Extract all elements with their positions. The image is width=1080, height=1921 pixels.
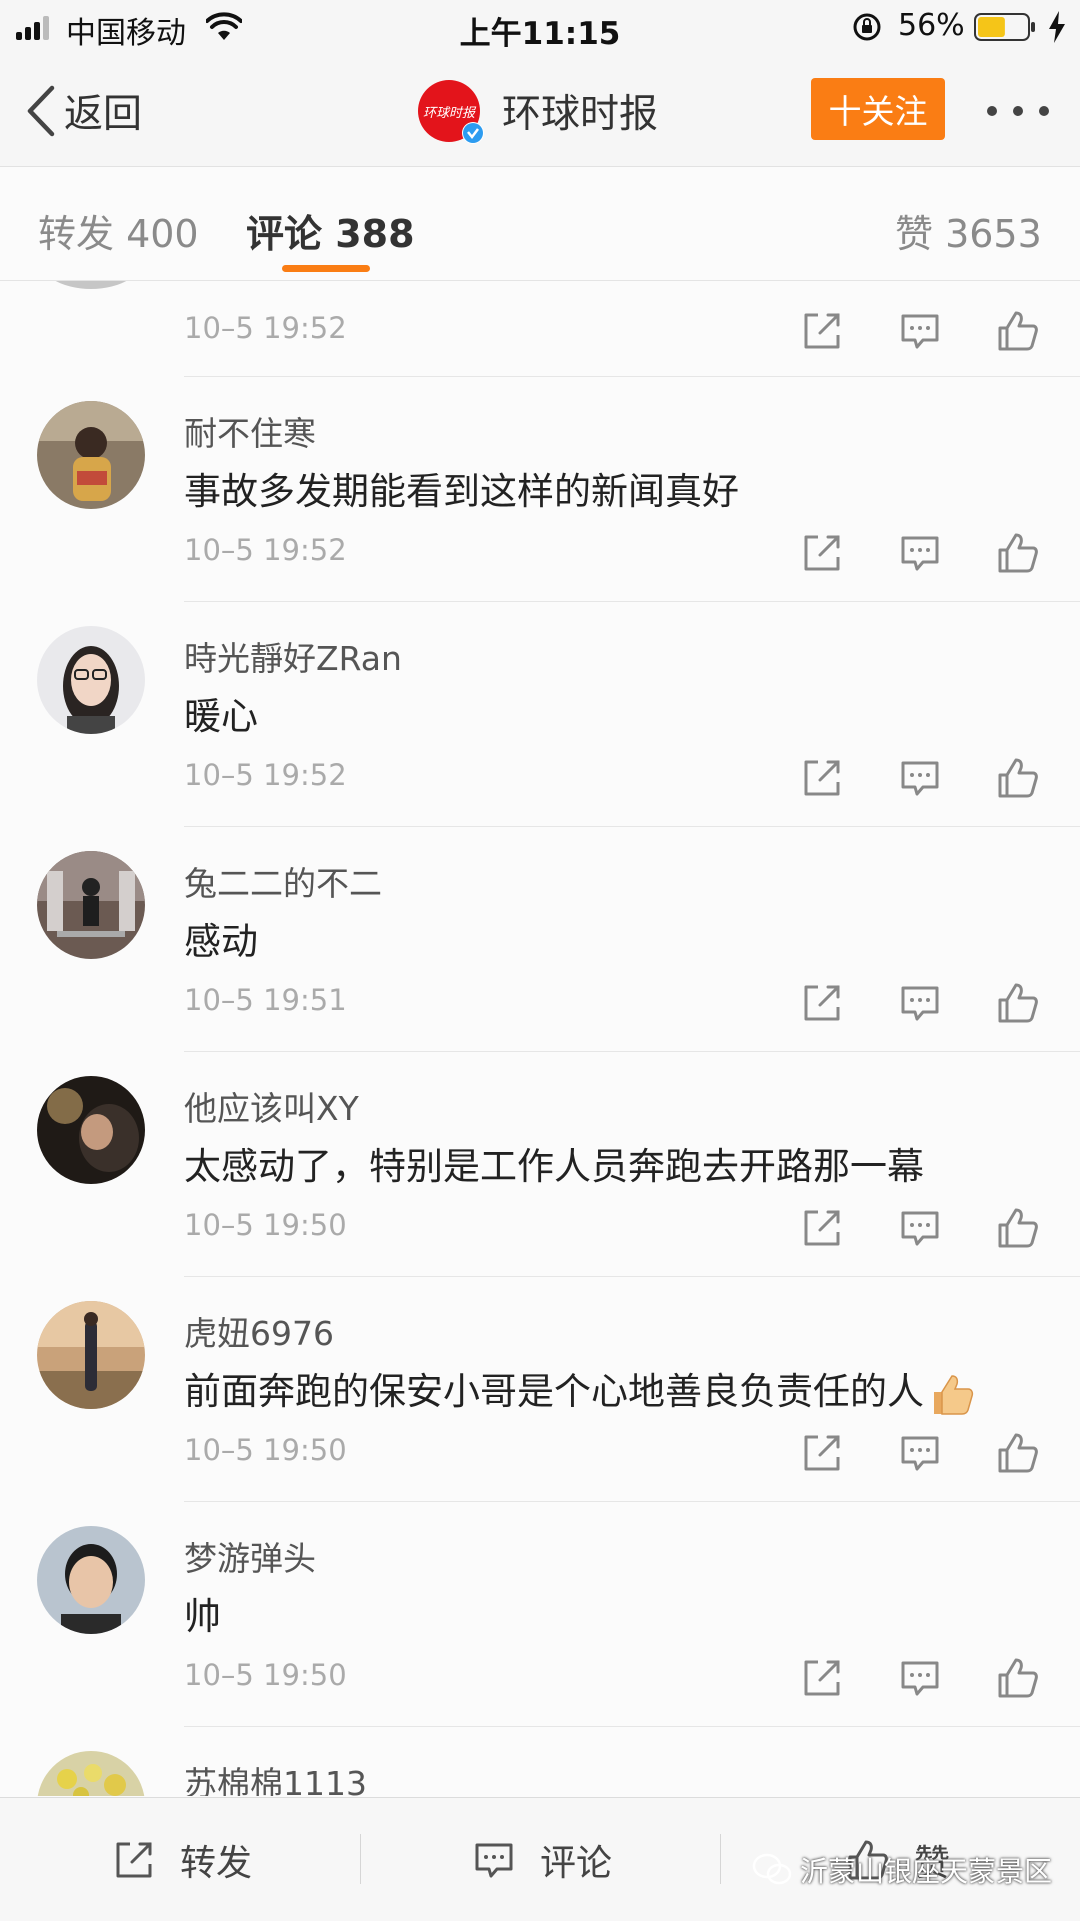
avatar[interactable]	[37, 1076, 145, 1184]
comment-icon[interactable]	[898, 309, 942, 353]
comment-item[interactable]: 他应该叫XY 太感动了，特别是工作人员奔跑去开路那一幕 10–5 19:50	[0, 1052, 1080, 1277]
comment-item[interactable]: 苏棉棉1113	[0, 1727, 1080, 1796]
tabs-bar: 转发 400 评论 388 赞 3653	[0, 167, 1080, 281]
chevron-left-icon	[27, 85, 55, 137]
bottom-action-bar: 转发 评论 赞 沂蒙山银座天蒙景区	[0, 1797, 1080, 1921]
tab-like[interactable]: 赞 3653	[895, 203, 1042, 258]
back-button[interactable]: 返回	[24, 78, 142, 144]
share-icon[interactable]	[800, 1656, 844, 1700]
avatar[interactable]	[37, 1301, 145, 1409]
like-icon[interactable]	[996, 981, 1040, 1025]
comment-time: 10–5 19:52	[184, 311, 347, 345]
comment-time: 10–5 19:52	[184, 533, 347, 567]
avatar[interactable]	[37, 626, 145, 734]
tab-active-indicator	[282, 265, 370, 272]
account-name: 环球时报	[502, 92, 659, 137]
comment-item[interactable]: 虎妞6976 前面奔跑的保安小哥是个心地善良负责任的人 10–5 19:50	[0, 1277, 1080, 1502]
divider	[360, 1834, 361, 1884]
comment-meta: 10–5 19:50	[0, 1425, 1080, 1485]
avatar[interactable]	[37, 851, 145, 959]
divider	[720, 1834, 721, 1884]
comment-item[interactable]: 耐不住寒 事故多发期能看到这样的新闻真好 10–5 19:52	[0, 377, 1080, 602]
username[interactable]: 苏棉棉1113	[184, 1757, 367, 1796]
username[interactable]: 耐不住寒	[184, 407, 316, 455]
like-icon[interactable]	[996, 1431, 1040, 1475]
like-icon[interactable]	[996, 756, 1040, 800]
comment-text-content: 前面奔跑的保安小哥是个心地善良负责任的人	[184, 1370, 924, 1413]
battery-percent: 56%	[898, 8, 965, 43]
username[interactable]: 兔二二的不二	[184, 857, 382, 905]
comment-icon[interactable]	[898, 1656, 942, 1700]
comment-meta: 10–5 19:52	[0, 525, 1080, 585]
avatar[interactable]	[37, 281, 145, 289]
comment-time: 10–5 19:50	[184, 1433, 347, 1467]
account-logo[interactable]: 环球时报	[418, 80, 484, 144]
like-icon[interactable]	[996, 531, 1040, 575]
verified-badge-icon	[462, 122, 484, 144]
comment-button[interactable]: 评论	[472, 1798, 612, 1921]
comment-time: 10–5 19:50	[184, 1208, 347, 1242]
repost-button[interactable]: 转发	[112, 1798, 252, 1921]
comment-meta: 10–5 19:52	[0, 750, 1080, 810]
rotation-lock-icon	[853, 13, 881, 41]
comment-icon[interactable]	[898, 1431, 942, 1475]
account-header[interactable]: 环球时报 环球时报	[418, 78, 658, 144]
comment-text: 前面奔跑的保安小哥是个心地善良负责任的人	[184, 1361, 976, 1418]
comment-item[interactable]: 兔二二的不二 感动 10–5 19:51	[0, 827, 1080, 1052]
share-icon[interactable]	[800, 756, 844, 800]
share-icon[interactable]	[800, 1206, 844, 1250]
more-options-icon[interactable]	[982, 96, 1054, 126]
comment-icon[interactable]	[898, 756, 942, 800]
username[interactable]: 他应该叫XY	[184, 1082, 359, 1130]
comment-item[interactable]: 時光靜好ZRan 暖心 10–5 19:52	[0, 602, 1080, 827]
share-icon[interactable]	[800, 1431, 844, 1475]
tab-comment[interactable]: 评论 388	[246, 203, 415, 258]
comment-item[interactable]: 梦游弹头 帅 10–5 19:50	[0, 1502, 1080, 1727]
comment-text: 事故多发期能看到这样的新闻真好	[184, 470, 739, 513]
comment-meta: 10–5 19:51	[0, 975, 1080, 1035]
comment-time: 10–5 19:52	[184, 758, 347, 792]
comment-text: 太感动了，特别是工作人员奔跑去开路那一幕	[184, 1145, 924, 1188]
share-icon[interactable]	[800, 309, 844, 353]
comment-meta: 10–5 19:50	[0, 1200, 1080, 1260]
username[interactable]: 時光靜好ZRan	[184, 632, 402, 680]
comment-icon[interactable]	[898, 1206, 942, 1250]
comment-label: 评论	[540, 1842, 613, 1884]
like-icon[interactable]	[996, 309, 1040, 353]
comment-icon	[475, 1843, 513, 1877]
follow-button[interactable]: 十关注	[811, 78, 945, 140]
charging-icon	[1049, 11, 1065, 43]
wechat-icon	[752, 1853, 792, 1885]
comment-time: 10–5 19:51	[184, 983, 347, 1017]
watermark-text: 沂蒙山银座天蒙景区	[800, 1855, 1053, 1888]
watermark: 沂蒙山银座天蒙景区	[752, 1850, 1052, 1890]
avatar[interactable]	[37, 1751, 145, 1796]
battery-icon	[974, 13, 1035, 41]
username[interactable]: 梦游弹头	[184, 1532, 316, 1580]
back-label: 返回	[64, 92, 143, 137]
comment-text: 帅	[184, 1595, 221, 1638]
comment-list[interactable]: 10–5 19:52 耐不住寒 事故多发期能看到这样的新闻真好 10–5 19:…	[0, 281, 1080, 1796]
share-icon	[116, 1842, 152, 1877]
share-icon[interactable]	[800, 531, 844, 575]
like-icon[interactable]	[996, 1206, 1040, 1250]
comment-time: 10–5 19:50	[184, 1658, 347, 1692]
logo-text: 环球时报	[422, 105, 475, 121]
comment-icon[interactable]	[898, 981, 942, 1025]
comment-icon[interactable]	[898, 531, 942, 575]
avatar[interactable]	[37, 1526, 145, 1634]
username[interactable]: 虎妞6976	[184, 1307, 334, 1355]
repost-label: 转发	[180, 1842, 253, 1884]
comment-text: 暖心	[184, 695, 258, 738]
comment-text: 感动	[184, 920, 258, 963]
avatar[interactable]	[37, 401, 145, 509]
status-bar: 中国移动 上午11:15 56%	[0, 0, 1080, 56]
thumbs-up-emoji-icon	[934, 1374, 974, 1415]
tab-repost[interactable]: 转发 400	[38, 203, 199, 258]
nav-bar: 返回 环球时报 环球时报 十关注	[0, 56, 1080, 167]
share-icon[interactable]	[800, 981, 844, 1025]
like-icon[interactable]	[996, 1656, 1040, 1700]
comment-meta: 10–5 19:52	[0, 303, 1080, 363]
comment-meta: 10–5 19:50	[0, 1650, 1080, 1710]
